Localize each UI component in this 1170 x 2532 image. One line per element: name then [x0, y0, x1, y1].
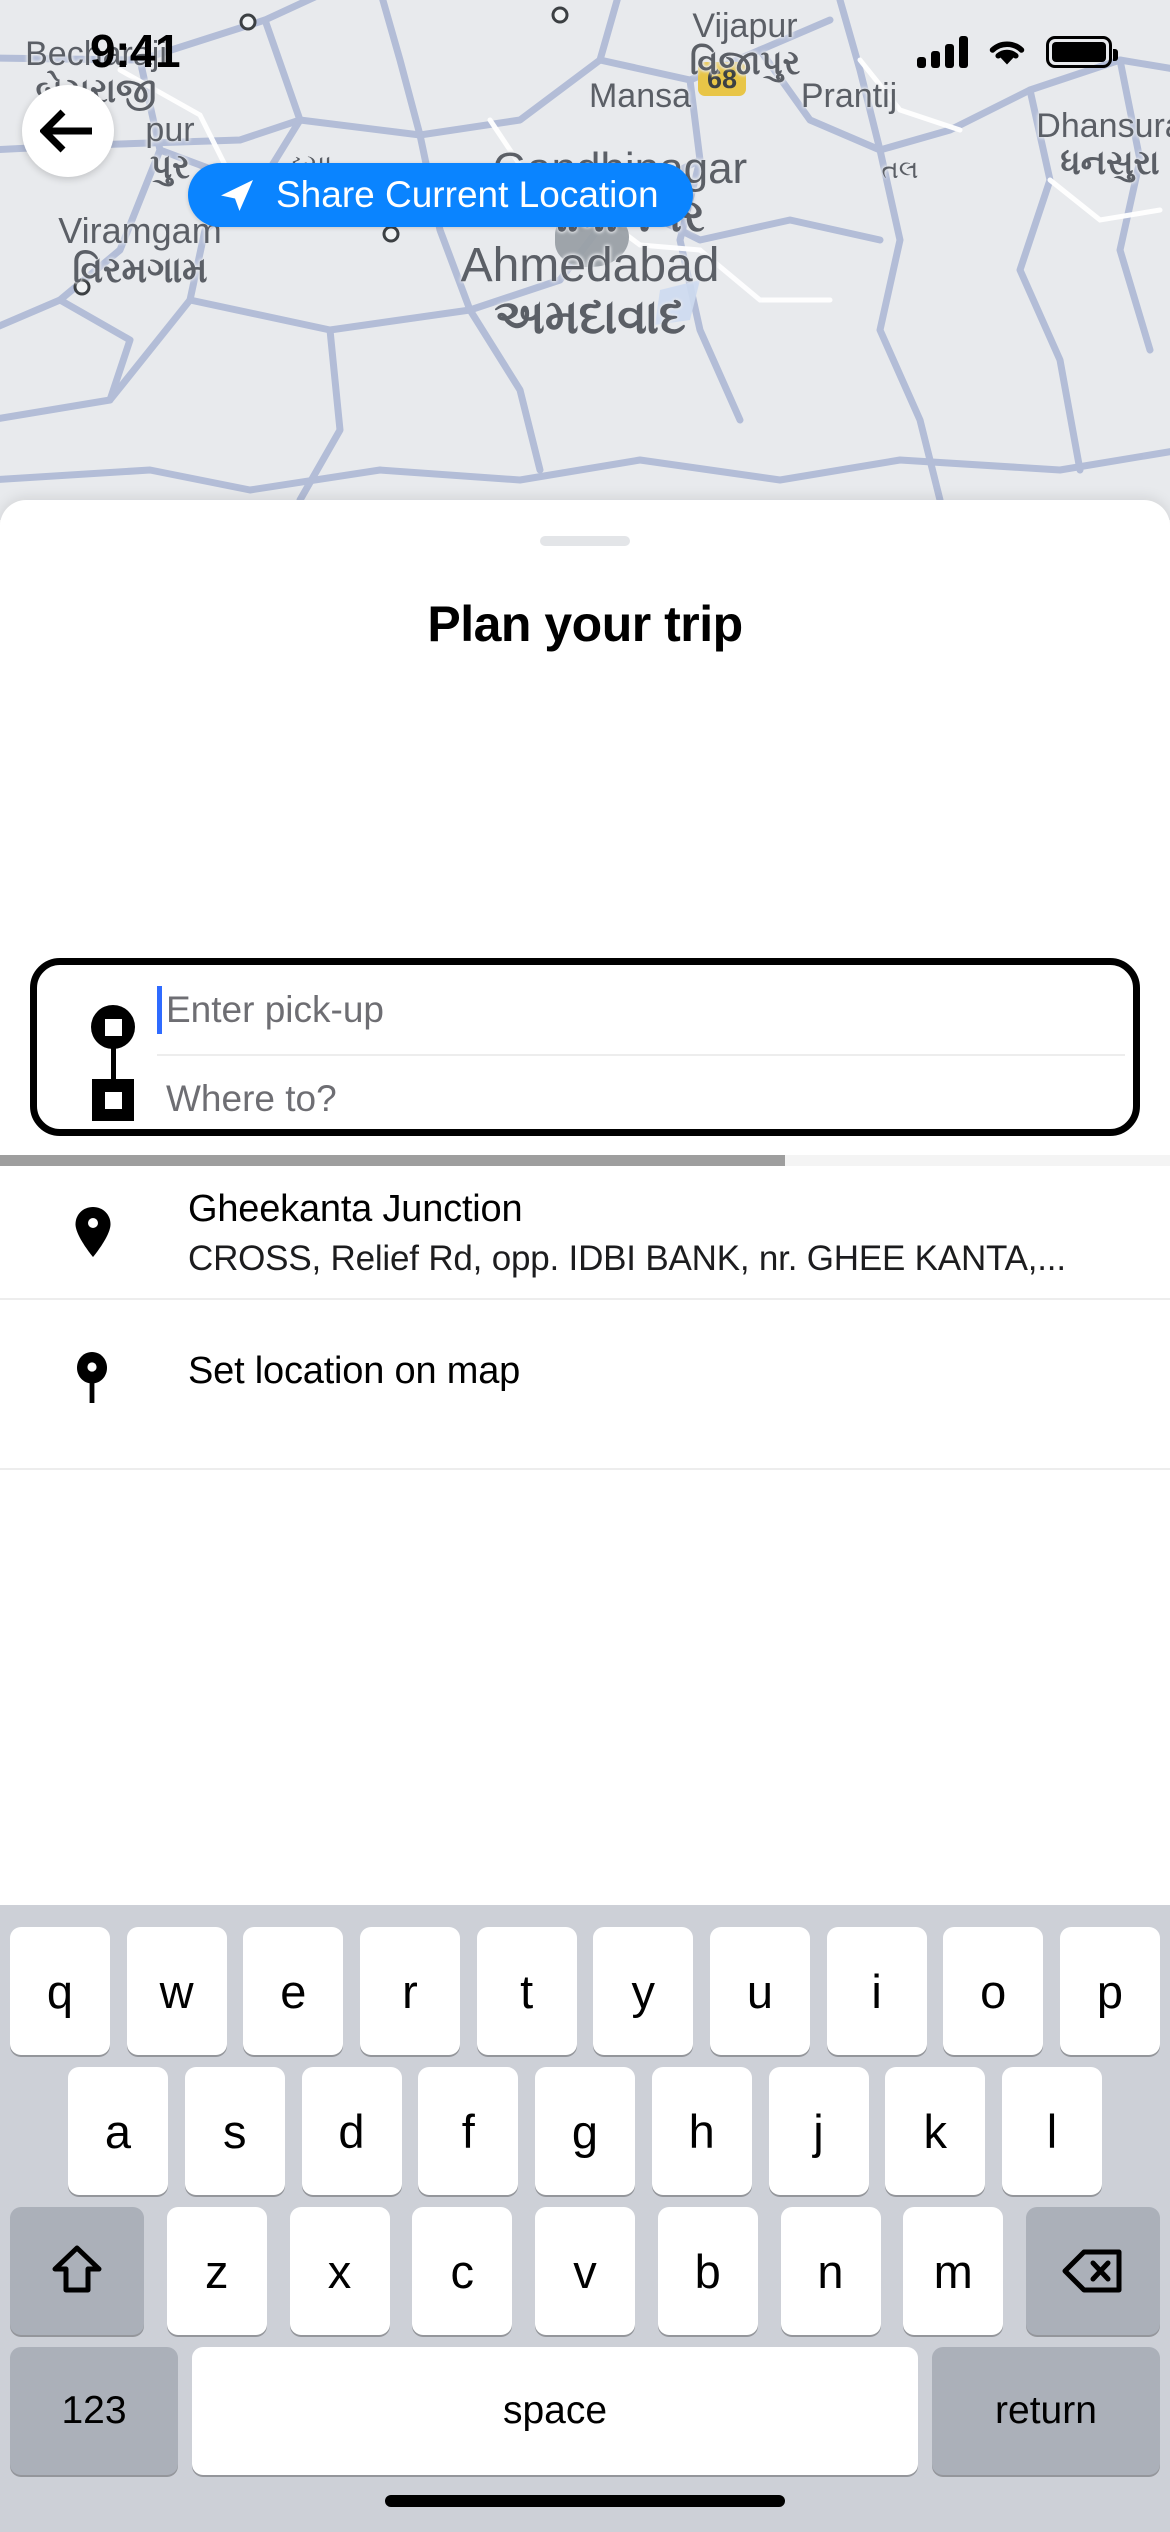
key-t[interactable]: t	[476, 1927, 577, 2055]
shift-key[interactable]	[10, 2207, 144, 2335]
sheet-drag-handle[interactable]	[540, 536, 630, 546]
key-g[interactable]: g	[535, 2067, 635, 2195]
keyboard-row-2: a s d f g h j k l	[0, 2067, 1170, 2195]
navigation-arrow-icon	[221, 180, 253, 211]
suggestion-text-block: Gheekanta Junction CROSS, Relief Rd, opp…	[188, 1188, 1150, 1279]
key-o[interactable]: o	[943, 1927, 1044, 2055]
back-button[interactable]	[22, 85, 114, 177]
key-j[interactable]: j	[768, 2067, 869, 2195]
return-key[interactable]: return	[932, 2347, 1160, 2475]
map-label-en: Dhansura	[1036, 107, 1170, 145]
destination-square-icon	[92, 1079, 134, 1121]
key-f[interactable]: f	[418, 2067, 519, 2195]
key-x[interactable]: x	[289, 2207, 390, 2335]
suggestion-title: Gheekanta Junction	[188, 1188, 523, 1230]
key-v[interactable]: v	[535, 2207, 635, 2335]
map-label-gu: ધનસુરા	[1060, 143, 1160, 182]
text-cursor	[157, 986, 162, 1034]
map-label-mansa: Mansa	[589, 78, 691, 115]
map-label-en: pur	[145, 111, 195, 149]
key-a[interactable]: a	[68, 2067, 168, 2195]
suggestion-text-block: Set location on map	[188, 1350, 1150, 1393]
horizontal-scrollbar-thumb[interactable]	[0, 1155, 785, 1166]
key-d[interactable]: d	[301, 2067, 402, 2195]
list-item[interactable]: Gheekanta Junction CROSS, Relief Rd, opp…	[0, 1166, 1170, 1300]
map-view[interactable]: 68 Becharaji બેચરાજી Vijapur વિજાપુર Man…	[0, 0, 1170, 520]
key-u[interactable]: u	[709, 1927, 810, 2055]
map-label-tal: તલ	[882, 155, 919, 183]
key-s[interactable]: s	[184, 2067, 285, 2195]
map-label-viramgam: Viramgam વિરમગામ	[58, 211, 221, 290]
map-pin-filled-icon	[72, 1204, 114, 1260]
map-label-gu: વિરમગામ	[72, 248, 208, 290]
key-w[interactable]: w	[126, 1927, 227, 2055]
destination-input-placeholder[interactable]: Where to?	[166, 1078, 337, 1120]
map-label-prantij: Prantij	[801, 78, 897, 115]
map-label-ahmedabad: Ahmedabad અમદાવાદ	[461, 240, 720, 344]
map-label-en: Becharaji	[25, 35, 167, 73]
home-indicator[interactable]	[385, 2495, 785, 2507]
share-current-location-button[interactable]: Share Current Location	[188, 163, 693, 227]
suggestion-subtitle: CROSS, Relief Rd, opp. IDBI BANK, nr. GH…	[188, 1239, 1066, 1278]
map-city-dot	[551, 6, 569, 24]
key-m[interactable]: m	[903, 2207, 1004, 2335]
delete-key[interactable]	[1026, 2207, 1160, 2335]
map-label-gu: પુર	[150, 147, 190, 186]
key-b[interactable]: b	[657, 2207, 758, 2335]
on-screen-keyboard[interactable]: q w e r t y u i o p a s d f g h j k l z …	[0, 1905, 1170, 2532]
map-pin-outline-icon	[72, 1350, 112, 1408]
pickup-field-row[interactable]: Enter pick-up	[157, 966, 1125, 1054]
key-e[interactable]: e	[243, 1927, 344, 2055]
key-h[interactable]: h	[651, 2067, 752, 2195]
shift-arrow-icon	[52, 2245, 102, 2293]
phone-screen: 68 Becharaji બેચરાજી Vijapur વિજાપુર Man…	[0, 0, 1170, 2532]
keyboard-row-3: z x c v b n m	[0, 2207, 1170, 2335]
map-label-gu: અમદાવાદ	[494, 290, 686, 344]
origin-dot-icon	[91, 1005, 135, 1049]
share-current-location-label: Share Current Location	[276, 174, 659, 215]
key-z[interactable]: z	[166, 2207, 267, 2335]
keyboard-row-1: q w e r t y u i o p	[0, 1927, 1170, 2055]
numeric-key[interactable]: 123	[10, 2347, 178, 2475]
key-r[interactable]: r	[359, 1927, 460, 2055]
map-label-en: Vijapur	[692, 7, 798, 45]
list-item[interactable]: Set location on map	[0, 1300, 1170, 1470]
map-label-gu: વિજાપુર	[689, 43, 801, 82]
key-q[interactable]: q	[10, 1927, 110, 2055]
route-indicator	[85, 987, 141, 1121]
map-label-en: Mansa	[588, 77, 692, 115]
map-label-en: તલ	[881, 154, 919, 184]
space-key[interactable]: space	[192, 2347, 918, 2475]
key-y[interactable]: y	[593, 1927, 694, 2055]
key-c[interactable]: c	[412, 2207, 513, 2335]
backspace-delete-icon	[1062, 2249, 1122, 2293]
key-l[interactable]: l	[1002, 2067, 1102, 2195]
pickup-input-placeholder[interactable]: Enter pick-up	[166, 989, 384, 1031]
map-label-dhansura: Dhansura ધનસુરા	[1036, 108, 1170, 181]
key-k[interactable]: k	[885, 2067, 986, 2195]
key-n[interactable]: n	[780, 2207, 881, 2335]
key-i[interactable]: i	[826, 1927, 927, 2055]
map-city-dot	[382, 225, 400, 243]
trip-input-card: Enter pick-up Where to?	[30, 958, 1140, 1136]
map-label-vijapur: Vijapur વિજાપુર	[690, 8, 801, 81]
key-p[interactable]: p	[1059, 1927, 1160, 2055]
destination-field-row[interactable]: Where to?	[157, 1054, 1125, 1142]
map-label-en: Prantij	[800, 77, 898, 115]
suggestion-title: Set location on map	[188, 1350, 521, 1392]
page-title: Plan your trip	[427, 596, 743, 652]
map-city-dot	[239, 13, 257, 31]
keyboard-row-4: 123 space return	[0, 2347, 1170, 2475]
map-label-pur: pur પુર	[145, 112, 194, 185]
map-label-en: Ahmedabad	[460, 239, 720, 292]
back-arrow-icon	[40, 109, 92, 153]
